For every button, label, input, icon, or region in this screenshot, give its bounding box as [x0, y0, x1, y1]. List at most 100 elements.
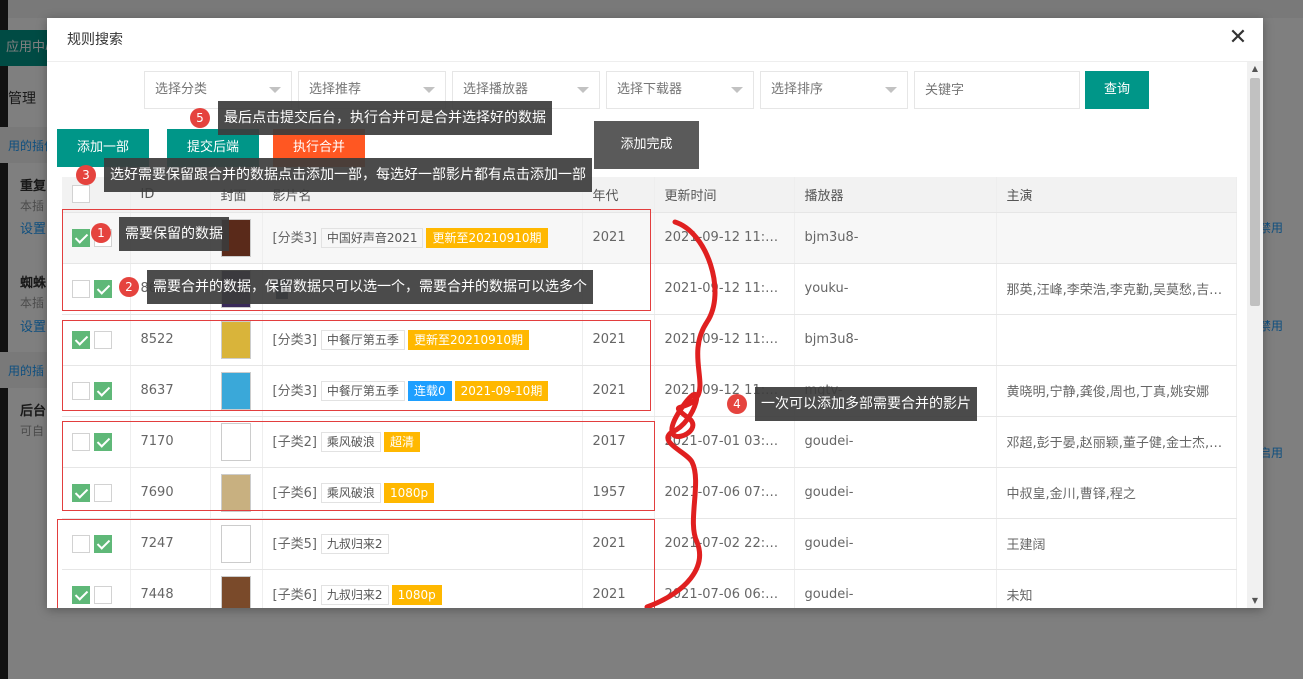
update-time-cell: 2021-09-12 11:17:24 — [654, 263, 795, 315]
cover-thumbnail — [220, 473, 251, 512]
cast-cell: 那英,汪峰,李荣浩,李克勤,吴莫愁,吉克隽… — [996, 263, 1237, 315]
keep-checkbox[interactable] — [72, 330, 90, 349]
player-cell: goudei- — [794, 416, 997, 468]
category-label: [子类6] — [272, 587, 317, 603]
merge-checkbox[interactable] — [94, 330, 112, 349]
header-cast: 主演 — [996, 177, 1237, 213]
keep-checkbox[interactable] — [72, 483, 90, 502]
category-label: [子类2] — [272, 434, 317, 450]
keyword-input[interactable] — [914, 71, 1080, 109]
annotation-tip-3: 选好需要保留跟合并的数据点击添加一部，每选好一部影片都有点击添加一部 — [104, 158, 592, 192]
modal-title: 规则搜索 — [47, 18, 1263, 62]
title-cell: [分类3] 中国好声音2021 更新至20210910期 — [262, 212, 583, 264]
cast-cell — [996, 212, 1237, 264]
year-cell: 1957 — [582, 467, 655, 519]
table-row[interactable]: [分类3] 中国好声音2021 更新至20210910期 2021 2021-09-… — [62, 212, 1237, 264]
movie-name-tag: 乘风破浪 — [320, 483, 381, 504]
select-all-checkbox[interactable] — [72, 185, 90, 204]
annotation-tip-1: 需要保留的数据 — [119, 217, 229, 251]
title-cell: [子类5] 九叔归来2 — [262, 518, 583, 570]
cover-cell — [210, 467, 263, 519]
update-time-cell: 2021-09-12 11:17:20 — [654, 314, 795, 366]
keep-checkbox[interactable] — [72, 279, 90, 298]
update-time-cell: 2021-07-01 03:16:36 — [654, 416, 795, 468]
cover-thumbnail — [220, 371, 251, 410]
add-complete-button[interactable]: 添加完成 — [594, 121, 699, 169]
year-cell: 2021 — [582, 314, 655, 366]
merge-checkbox[interactable] — [94, 279, 112, 298]
checkbox-cell[interactable] — [62, 569, 131, 608]
category-label: [子类5] — [272, 536, 317, 552]
table-row[interactable]: 8522 [分类3] 中餐厅第五季 更新至20210910期 2021 2021-0… — [62, 314, 1237, 366]
update-time-cell: 2021-07-06 07:38:43 — [654, 467, 795, 519]
merge-checkbox[interactable] — [94, 483, 112, 502]
category-label: [分类3] — [272, 332, 317, 348]
table-row[interactable]: 7690 [子类6] 乘风破浪 1080p 1957 2021-07-06 07:3… — [62, 467, 1237, 519]
scroll-down-icon[interactable]: ▼ — [1247, 594, 1263, 608]
sort-select[interactable]: 选择排序 — [760, 71, 908, 109]
cover-thumbnail — [220, 422, 251, 461]
cover-thumbnail — [220, 575, 251, 608]
movie-name-tag: 九叔归来2 — [320, 585, 389, 606]
cover-cell — [210, 569, 263, 608]
cover-cell — [210, 365, 263, 417]
header-player: 播放器 — [794, 177, 997, 213]
player-cell: goudei- — [794, 467, 997, 519]
title-cell: [分类3] 中餐厅第五季 更新至20210910期 — [262, 314, 583, 366]
player-cell: goudei- — [794, 518, 997, 570]
status-badge: 1080p — [391, 585, 442, 606]
checkbox-cell[interactable] — [62, 365, 131, 417]
cover-cell — [210, 314, 263, 366]
status-badge: 连载0 — [407, 381, 452, 402]
keep-checkbox[interactable] — [72, 585, 90, 604]
checkbox-cell[interactable] — [62, 314, 131, 366]
merge-checkbox[interactable] — [94, 585, 112, 604]
annotation-tip-2: 需要合并的数据，保留数据只可以选一个，需要合并的数据可以选多个 — [147, 270, 593, 304]
cover-thumbnail — [220, 524, 251, 563]
cast-cell: 未知 — [996, 569, 1237, 608]
title-cell: [子类6] 九叔归来2 1080p — [262, 569, 583, 608]
year-cell: 2021 — [582, 569, 655, 608]
checkbox-cell[interactable] — [62, 416, 131, 468]
keep-checkbox[interactable] — [72, 228, 90, 247]
year-cell: 2021 — [582, 212, 655, 264]
annotation-number-4: 4 — [727, 394, 747, 414]
close-icon[interactable]: ✕ — [1227, 27, 1249, 50]
checkbox-cell[interactable] — [62, 518, 131, 570]
player-cell: goudei- — [794, 569, 997, 608]
cast-cell: 邓超,彭于晏,赵丽颖,董子健,金士杰,易小… — [996, 416, 1237, 468]
merge-checkbox[interactable] — [94, 534, 112, 553]
table-row[interactable]: 7247 [子类5] 九叔归来2 2021 2021-07-02 22:30:11… — [62, 518, 1237, 570]
checkbox-cell[interactable] — [62, 467, 131, 519]
annotation-number-2: 2 — [119, 277, 139, 297]
update-time-cell: 2021-09-12 11:17:20 — [654, 212, 795, 264]
status-badge: 更新至20210910期 — [407, 330, 530, 351]
movie-name-tag: 中餐厅第五季 — [320, 381, 405, 402]
update-time-cell: 2021-07-02 22:30:11 — [654, 518, 795, 570]
movie-name-tag: 中餐厅第五季 — [320, 330, 405, 351]
title-cell: [子类6] 乘风破浪 1080p — [262, 467, 583, 519]
status-badge: 超清 — [383, 432, 420, 453]
year-cell: 2021 — [582, 518, 655, 570]
keep-checkbox[interactable] — [72, 432, 90, 451]
cover-cell — [210, 518, 263, 570]
modal-scrollbar[interactable]: ▲ ▼ — [1247, 62, 1263, 608]
keep-checkbox[interactable] — [72, 534, 90, 553]
movie-name-tag: 乘风破浪 — [320, 432, 381, 453]
downloader-select[interactable]: 选择下载器 — [606, 71, 754, 109]
table-row[interactable]: 7170 [子类2] 乘风破浪 超清 2017 2021-07-01 03:16:3… — [62, 416, 1237, 468]
chevron-down-icon — [731, 87, 743, 93]
merge-checkbox[interactable] — [94, 432, 112, 451]
scroll-up-icon[interactable]: ▲ — [1247, 62, 1263, 76]
query-button[interactable]: 查询 — [1085, 71, 1149, 109]
scroll-thumb[interactable] — [1250, 78, 1260, 306]
table-row[interactable]: 7448 [子类6] 九叔归来2 1080p 2021 2021-07-06 06:… — [62, 569, 1237, 608]
category-label: [子类6] — [272, 485, 317, 501]
merge-checkbox[interactable] — [94, 381, 112, 400]
player-cell: bjm3u8- — [794, 314, 997, 366]
title-cell: [分类3] 中餐厅第五季 连载0 2021-09-10期 — [262, 365, 583, 417]
keep-checkbox[interactable] — [72, 381, 90, 400]
table-row[interactable]: 8637 [分类3] 中餐厅第五季 连载0 2021-09-10期 2021 2021… — [62, 365, 1237, 417]
id-cell: 7170 — [130, 416, 211, 468]
category-label: [分类3] — [272, 230, 317, 246]
